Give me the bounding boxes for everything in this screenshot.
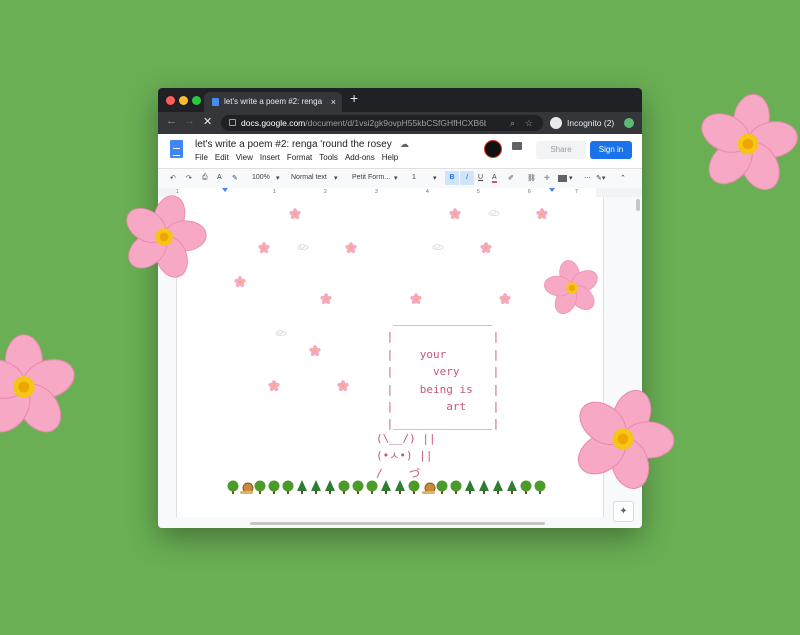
redo-icon[interactable]: ↷ [186, 174, 192, 182]
cherry-blossom-icon [410, 293, 422, 305]
document-title[interactable]: let's write a poem #2: renga 'round the … [195, 139, 392, 150]
cherry-blossom-icon [309, 345, 321, 357]
menu-help[interactable]: Help [382, 153, 398, 162]
zoom-select[interactable]: 100% [252, 174, 270, 181]
collapse-toolbar-icon[interactable]: ⌃ [620, 174, 626, 182]
stop-loading-button[interactable]: ✕ [203, 115, 212, 128]
cherry-blossom-icon [543, 259, 601, 317]
poem-text: _______________ | | | your | | very | | … [380, 313, 500, 431]
cloud-saved-icon: ☁ [400, 139, 409, 149]
cherry-blossom-icon [289, 208, 301, 220]
comment-add-icon[interactable]: ✚ [544, 174, 550, 182]
image-dropdown-icon[interactable]: ▾ [569, 174, 573, 182]
forward-button[interactable]: → [184, 115, 195, 127]
cherry-blossom-icon [570, 386, 676, 492]
spellcheck-icon[interactable]: A [217, 174, 222, 181]
cherry-blossom-icon [480, 242, 492, 254]
share-button[interactable]: Share [536, 141, 586, 159]
cloud-icon [432, 244, 444, 250]
browser-tab[interactable]: let's write a poem #2: renga 'round the … [204, 92, 342, 112]
more-icon[interactable]: ⋯ [584, 174, 591, 182]
menu-edit[interactable]: Edit [215, 153, 229, 162]
print-icon[interactable]: ⎙ [202, 174, 208, 182]
sign-in-button[interactable]: Sign in [590, 141, 632, 159]
incognito-icon [550, 117, 562, 129]
font-select[interactable]: Petit Form... [352, 174, 390, 181]
docs-favicon-icon [212, 98, 219, 106]
close-window-icon[interactable] [166, 96, 175, 105]
cloud-icon [488, 210, 500, 216]
menu-bar: File Edit View Insert Format Tools Add-ons Help [195, 153, 405, 162]
explore-button[interactable]: ✦ [613, 501, 634, 522]
url-text: docs.google.com/document/d/1vsi2gk9ovpH5… [241, 118, 486, 128]
bookmark-star-icon[interactable]: ☆ [525, 115, 533, 131]
url-field[interactable]: docs.google.com/document/d/1vsi2gk9ovpH5… [221, 115, 543, 131]
cherry-blossom-icon [449, 208, 461, 220]
cherry-blossom-icon [499, 293, 511, 305]
text-color-button[interactable]: A [492, 174, 497, 183]
editing-mode-icon[interactable]: ✎▾ [596, 174, 605, 182]
tab-title: let's write a poem #2: renga 'round the … [224, 97, 324, 106]
menu-view[interactable]: View [236, 153, 253, 162]
zoom-dropdown-icon[interactable]: ▾ [276, 174, 280, 182]
menu-insert[interactable]: Insert [260, 153, 280, 162]
paint-format-icon[interactable]: ✎ [232, 174, 238, 182]
google-docs-icon[interactable] [170, 140, 183, 158]
link-icon[interactable]: ⛓ [527, 174, 536, 182]
font-size-select[interactable]: 1 [412, 174, 416, 181]
menu-tools[interactable]: Tools [319, 153, 338, 162]
menu-file[interactable]: File [195, 153, 208, 162]
style-dropdown-icon[interactable]: ▾ [334, 174, 338, 182]
tab-bar: let's write a poem #2: renga 'round the … [158, 88, 642, 112]
cherry-blossom-icon [0, 334, 76, 441]
account-avatar[interactable] [484, 140, 502, 158]
tab-close-icon[interactable]: × [331, 92, 336, 112]
style-select[interactable]: Normal text [291, 174, 327, 181]
maximize-window-icon[interactable] [192, 96, 201, 105]
bold-button[interactable]: B [445, 171, 459, 185]
cherry-blossom-icon [345, 242, 357, 254]
cherry-blossom-icon [234, 276, 246, 288]
font-dropdown-icon[interactable]: ▾ [394, 174, 398, 182]
comments-icon[interactable] [512, 142, 522, 150]
highlight-icon[interactable]: ✐ [508, 174, 514, 182]
cherry-blossom-icon [268, 380, 280, 392]
lock-icon [229, 119, 236, 126]
menu-format[interactable]: Format [287, 153, 312, 162]
cherry-blossom-icon [320, 293, 332, 305]
cherry-blossom-icon [258, 242, 270, 254]
right-indent-marker[interactable] [549, 188, 555, 192]
ruler: 1 1 2 3 4 5 6 7 [158, 188, 642, 197]
new-tab-button[interactable]: + [350, 90, 358, 106]
cherry-blossom-icon [536, 208, 548, 220]
formatting-toolbar: ↶ ↷ ⎙ A ✎ 100% ▾ Normal text ▾ Petit For… [158, 168, 642, 190]
vertical-scrollbar[interactable] [636, 199, 640, 211]
cherry-blossom-icon [120, 193, 208, 281]
underline-button[interactable]: U [478, 174, 483, 181]
docs-header: let's write a poem #2: renga 'round the … [158, 134, 642, 168]
italic-button[interactable]: I [460, 171, 474, 185]
address-bar-row: ← → ✕ docs.google.com/document/d/1vsi2gk… [158, 112, 642, 134]
image-icon[interactable] [558, 175, 567, 182]
extension-icon[interactable] [624, 118, 634, 128]
cherry-blossom-icon [696, 92, 800, 196]
bunny-ascii-art: (\__/) || (•ㅅ•) || / づ [376, 432, 436, 480]
zoom-icon[interactable]: ⌕ [510, 115, 515, 131]
back-button[interactable]: ← [166, 115, 177, 127]
menu-addons[interactable]: Add-ons [345, 153, 375, 162]
cherry-blossom-icon [337, 380, 349, 392]
minimize-window-icon[interactable] [179, 96, 188, 105]
horizontal-scrollbar[interactable] [250, 522, 545, 525]
undo-icon[interactable]: ↶ [170, 174, 176, 182]
left-indent-marker[interactable] [222, 188, 228, 192]
cloud-icon [275, 330, 287, 336]
cloud-icon [297, 244, 309, 250]
tree-row [227, 480, 546, 494]
size-dropdown-icon[interactable]: ▾ [433, 174, 437, 182]
